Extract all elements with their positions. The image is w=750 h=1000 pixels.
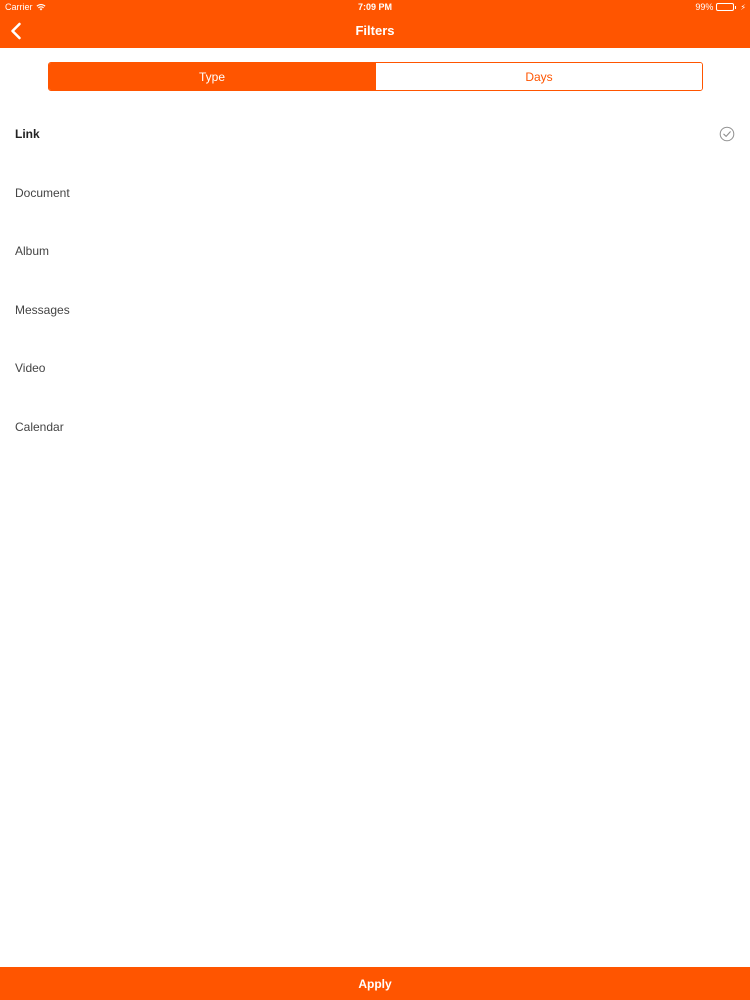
status-right: 99% ⚡︎ bbox=[695, 2, 746, 12]
filter-item-document[interactable]: Document bbox=[0, 164, 750, 223]
battery-icon bbox=[716, 3, 737, 11]
filter-label: Link bbox=[15, 127, 40, 142]
filter-item-album[interactable]: Album bbox=[0, 222, 750, 281]
battery-percent: 99% bbox=[695, 2, 714, 12]
filter-label: Album bbox=[15, 244, 50, 259]
filter-item-link[interactable]: Link bbox=[0, 105, 750, 164]
status-bar: Carrier 7:09 PM 99% ⚡︎ bbox=[0, 0, 750, 15]
checkmark-icon bbox=[719, 126, 735, 142]
filter-item-messages[interactable]: Messages bbox=[0, 281, 750, 340]
charging-bolt-icon: ⚡︎ bbox=[740, 2, 746, 12]
tab-type[interactable]: Type bbox=[49, 63, 375, 90]
filter-item-calendar[interactable]: Calendar bbox=[0, 398, 750, 457]
navigation-bar: Filters bbox=[0, 15, 750, 48]
filter-tabs: Type Days bbox=[48, 62, 703, 91]
top-bar: Carrier 7:09 PM 99% ⚡︎ Filters bbox=[0, 0, 750, 48]
filter-item-video[interactable]: Video bbox=[0, 339, 750, 398]
filter-label: Document bbox=[15, 185, 70, 200]
status-time: 7:09 PM bbox=[357, 2, 392, 12]
apply-button[interactable]: Apply bbox=[0, 967, 750, 1000]
page-title: Filters bbox=[355, 23, 395, 38]
filter-label: Calendar bbox=[15, 419, 64, 434]
tab-days[interactable]: Days bbox=[375, 63, 702, 90]
filter-label: Video bbox=[15, 361, 46, 376]
filter-list: Link Document Album Messages Video Calen… bbox=[0, 105, 750, 456]
filter-label: Messages bbox=[15, 302, 70, 317]
